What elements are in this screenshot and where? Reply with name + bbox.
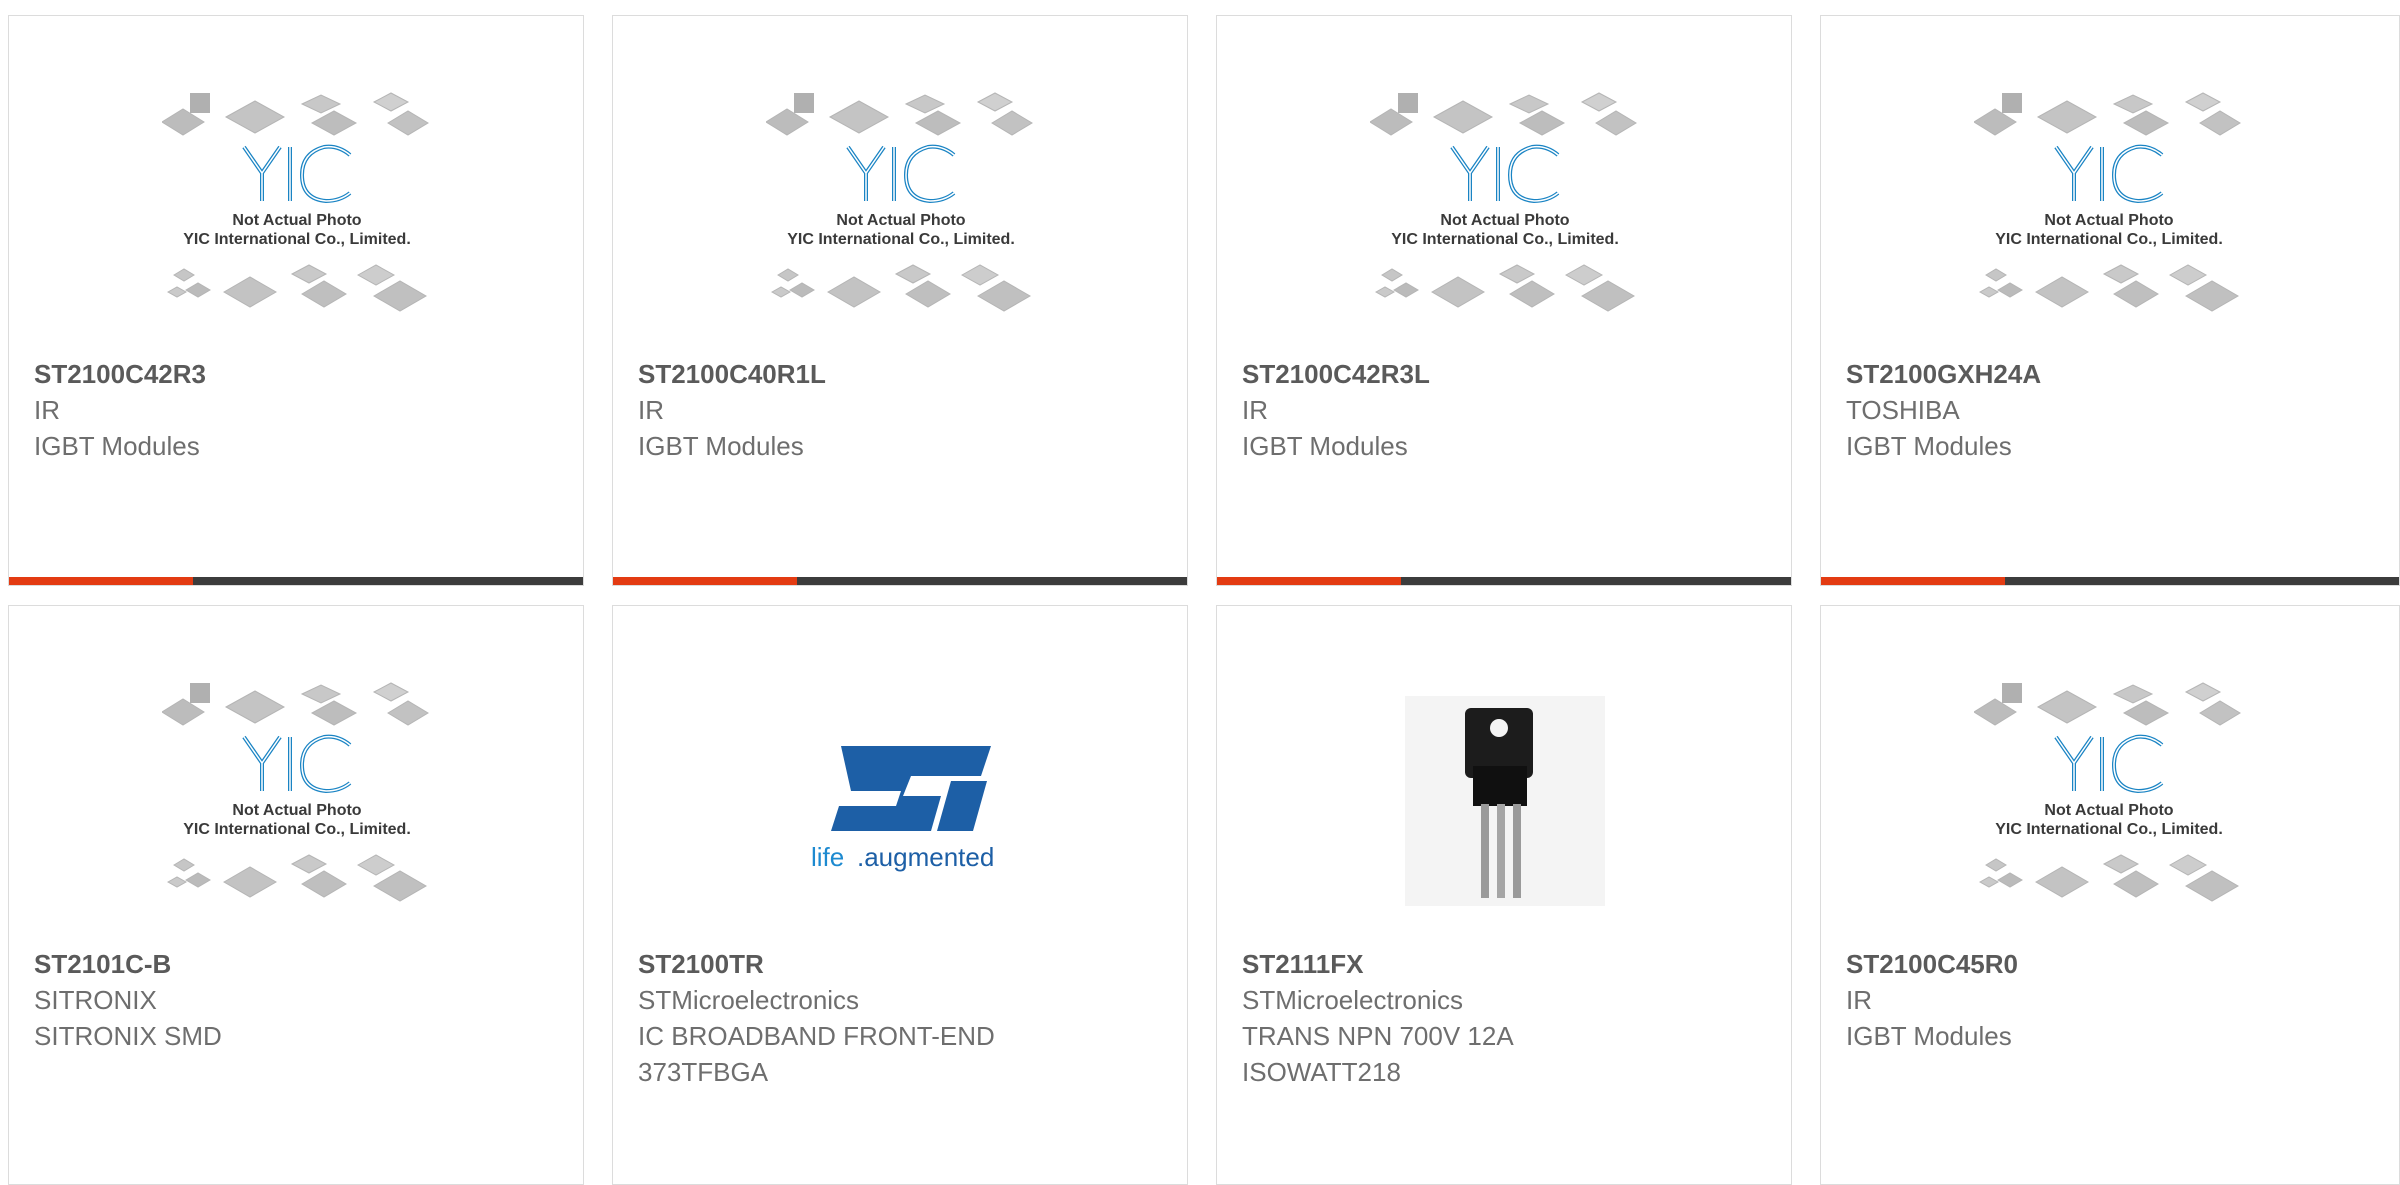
product-info: ST2100GXH24A TOSHIBA IGBT Modules bbox=[1846, 356, 2379, 464]
description: IGBT Modules bbox=[1846, 431, 2012, 461]
description: IGBT Modules bbox=[1846, 1021, 2012, 1051]
placeholder-line2: YIC International Co., Limited. bbox=[1995, 231, 2223, 248]
part-number[interactable]: ST2100C42R3 bbox=[34, 356, 563, 392]
brand: SITRONIX bbox=[34, 985, 157, 1015]
card-bottom-bar bbox=[9, 577, 583, 585]
brand: IR bbox=[638, 395, 664, 425]
yic-placeholder-image: Not Actual Photo YIC International Co., L… bbox=[1369, 89, 1640, 334]
description: IC BROADBAND FRONT-END bbox=[638, 1021, 995, 1051]
product-info: ST2101C-B SITRONIX SITRONIX SMD bbox=[34, 946, 563, 1054]
part-number[interactable]: ST2100C42R3L bbox=[1242, 356, 1771, 392]
brand: STMicroelectronics bbox=[638, 985, 860, 1015]
description-line2: ISOWATT218 bbox=[1242, 1057, 1401, 1087]
yic-placeholder-image: Not Actual Photo YIC International Co., L… bbox=[1973, 679, 2244, 924]
card-accent-bar bbox=[1821, 577, 2005, 585]
yic-placeholder-graphic: Not Actual Photo YIC International Co., L… bbox=[1369, 91, 1637, 312]
placeholder-line2: YIC International Co., Limited. bbox=[1995, 821, 2223, 838]
product-card[interactable]: Not Actual Photo YIC International Co., L… bbox=[1216, 15, 1792, 586]
description-line2: 373TFBGA bbox=[638, 1057, 769, 1087]
product-card[interactable]: Not Actual Photo YIC International Co., L… bbox=[1820, 605, 2400, 1185]
placeholder-line2: YIC International Co., Limited. bbox=[787, 231, 1015, 248]
product-image[interactable]: Not Actual Photo YIC International Co., L… bbox=[1821, 656, 2397, 946]
card-accent-bar bbox=[613, 577, 797, 585]
part-number[interactable]: ST2100GXH24A bbox=[1846, 356, 2379, 392]
placeholder-line2: YIC International Co., Limited. bbox=[183, 231, 411, 248]
product-info: ST2100TR STMicroelectronics IC BROADBAND… bbox=[638, 946, 1167, 1090]
yic-placeholder-graphic: Not Actual Photo YIC International Co., L… bbox=[765, 91, 1033, 312]
yic-placeholder-graphic: Not Actual Photo YIC International Co., L… bbox=[161, 91, 429, 312]
yic-placeholder-graphic: Not Actual Photo YIC International Co., L… bbox=[1973, 91, 2241, 312]
card-bottom-bar bbox=[1821, 577, 2399, 585]
transistor-photo-image bbox=[1405, 696, 1605, 906]
description: TRANS NPN 700V 12A bbox=[1242, 1021, 1514, 1051]
placeholder-line1: Not Actual Photo bbox=[2044, 212, 2173, 229]
brand: TOSHIBA bbox=[1846, 395, 1960, 425]
placeholder-line1: Not Actual Photo bbox=[232, 212, 361, 229]
part-number[interactable]: ST2101C-B bbox=[34, 946, 563, 982]
product-image[interactable]: Not Actual Photo YIC International Co., L… bbox=[9, 656, 583, 946]
yic-placeholder-image: Not Actual Photo YIC International Co., L… bbox=[1973, 89, 2244, 334]
product-image[interactable]: Not Actual Photo YIC International Co., L… bbox=[1217, 66, 1791, 356]
yic-placeholder-image: Not Actual Photo YIC International Co., L… bbox=[161, 89, 432, 334]
part-number[interactable]: ST2111FX bbox=[1242, 946, 1771, 982]
product-card[interactable]: ST2111FX STMicroelectronics TRANS NPN 70… bbox=[1216, 605, 1792, 1185]
yic-placeholder-image: Not Actual Photo YIC International Co., L… bbox=[765, 89, 1036, 334]
st-logo-image: life .augmented bbox=[811, 746, 994, 872]
product-info: ST2100C40R1L IR IGBT Modules bbox=[638, 356, 1167, 464]
product-info: ST2100C42R3 IR IGBT Modules bbox=[34, 356, 563, 464]
product-image[interactable]: Not Actual Photo YIC International Co., L… bbox=[1821, 66, 2397, 356]
placeholder-line2: YIC International Co., Limited. bbox=[1391, 231, 1619, 248]
product-info: ST2100C42R3L IR IGBT Modules bbox=[1242, 356, 1771, 464]
placeholder-line1: Not Actual Photo bbox=[2044, 802, 2173, 819]
card-bottom-bar bbox=[613, 577, 1187, 585]
product-grid: Not Actual Photo YIC International Co., L… bbox=[0, 0, 2400, 1185]
yic-placeholder-image: Not Actual Photo YIC International Co., L… bbox=[161, 679, 432, 924]
brand: IR bbox=[1242, 395, 1268, 425]
product-card[interactable]: Not Actual Photo YIC International Co., L… bbox=[8, 15, 584, 586]
st-logo-life: life bbox=[811, 842, 844, 872]
product-image[interactable]: Not Actual Photo YIC International Co., L… bbox=[613, 66, 1187, 356]
product-card[interactable]: Not Actual Photo YIC International Co., L… bbox=[612, 15, 1188, 586]
card-accent-bar bbox=[1217, 577, 1401, 585]
product-info: ST2111FX STMicroelectronics TRANS NPN 70… bbox=[1242, 946, 1771, 1090]
card-accent-bar bbox=[9, 577, 193, 585]
yic-placeholder-graphic: Not Actual Photo YIC International Co., L… bbox=[1973, 681, 2241, 902]
product-image[interactable]: life .augmented bbox=[613, 656, 1187, 946]
description: IGBT Modules bbox=[34, 431, 200, 461]
product-card[interactable]: Not Actual Photo YIC International Co., L… bbox=[1820, 15, 2400, 586]
part-number[interactable]: ST2100TR bbox=[638, 946, 1167, 982]
description: IGBT Modules bbox=[638, 431, 804, 461]
brand: IR bbox=[1846, 985, 1872, 1015]
part-number[interactable]: ST2100C40R1L bbox=[638, 356, 1167, 392]
product-info: ST2100C45R0 IR IGBT Modules bbox=[1846, 946, 2379, 1054]
placeholder-line2: YIC International Co., Limited. bbox=[183, 821, 411, 838]
card-bottom-bar bbox=[1217, 577, 1791, 585]
brand: IR bbox=[34, 395, 60, 425]
product-card[interactable]: Not Actual Photo YIC International Co., L… bbox=[8, 605, 584, 1185]
placeholder-line1: Not Actual Photo bbox=[1440, 212, 1569, 229]
description: SITRONIX SMD bbox=[34, 1021, 222, 1051]
st-logo-augmented: .augmented bbox=[857, 842, 994, 872]
part-number[interactable]: ST2100C45R0 bbox=[1846, 946, 2379, 982]
yic-placeholder-graphic: Not Actual Photo YIC International Co., L… bbox=[161, 681, 429, 902]
brand: STMicroelectronics bbox=[1242, 985, 1464, 1015]
product-card[interactable]: life .augmented ST2100TR STMicroelectron… bbox=[612, 605, 1188, 1185]
placeholder-line1: Not Actual Photo bbox=[232, 802, 361, 819]
product-image[interactable]: Not Actual Photo YIC International Co., L… bbox=[9, 66, 583, 356]
description: IGBT Modules bbox=[1242, 431, 1408, 461]
product-image[interactable] bbox=[1217, 656, 1791, 946]
placeholder-line1: Not Actual Photo bbox=[836, 212, 965, 229]
